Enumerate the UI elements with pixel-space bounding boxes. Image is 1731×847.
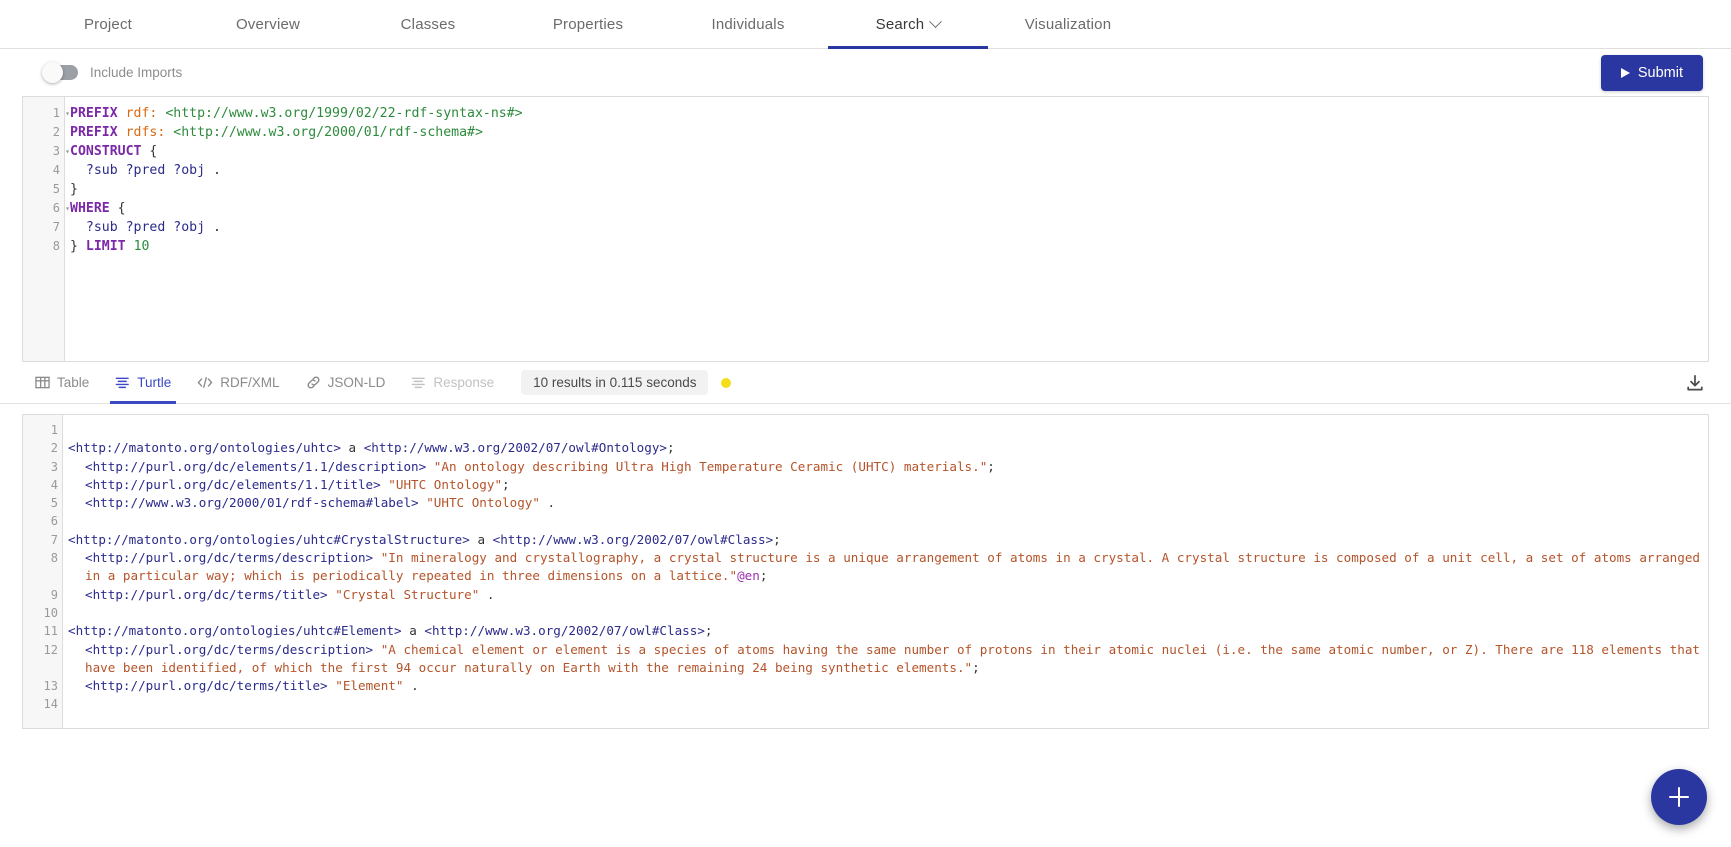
nav-tab-label: Search <box>875 15 925 33</box>
results-code-line <box>68 421 1708 439</box>
results-tab-label: JSON-LD <box>327 375 386 390</box>
results-code-line: <http://purl.org/dc/elements/1.1/descrip… <box>85 458 995 474</box>
nav-tab-search[interactable]: Search <box>828 0 988 49</box>
nav-tab-label: Visualization <box>1024 15 1112 33</box>
results-line-number: 10 <box>43 605 58 620</box>
results-line-number: 1 <box>50 423 58 437</box>
results-line-number: 11 <box>43 624 58 639</box>
play-icon <box>1620 67 1630 78</box>
editor-code-line: PREFIX rdfs: <http://www.w3.org/2000/01/… <box>70 125 483 140</box>
link-icon <box>306 375 321 390</box>
results-code-line: <http://purl.org/dc/terms/title> "Elemen… <box>85 678 419 694</box>
results-line-gutter: 1 2 3 4 5 6 7 8 9 10 11 12 13 14 <box>23 415 63 728</box>
results-tab-table[interactable]: Table <box>22 362 102 404</box>
plus-icon-vertical <box>1677 787 1681 807</box>
editor-line-number: 8 <box>52 239 60 253</box>
editor-code-line: } <box>70 182 78 197</box>
results-code-line: <http://purl.org/dc/terms/title> "Crysta… <box>85 586 495 602</box>
status-dot <box>721 377 732 388</box>
add-floating-action-button[interactable] <box>1651 769 1707 825</box>
nav-tab-classes[interactable]: Classes <box>348 0 508 48</box>
results-code-line: <http://matonto.org/ontologies/uhtc#Crys… <box>68 531 781 547</box>
download-icon[interactable] <box>1681 369 1709 397</box>
results-line-number: 12 <box>43 642 58 657</box>
fold-arrow-icon[interactable]: ▾ <box>62 104 70 123</box>
include-imports-toggle[interactable]: Include Imports <box>42 62 183 83</box>
editor-line-number: 6 ▾ <box>23 199 70 218</box>
toggle-knob <box>42 62 63 83</box>
code-icon <box>197 375 213 390</box>
results-code-area[interactable]: <http://matonto.org/ontologies/uhtc> a <… <box>63 415 1708 728</box>
nav-tab-label: Properties <box>552 15 624 33</box>
results-line-number: 8 <box>50 551 58 566</box>
results-line-number: 3 <box>50 459 58 474</box>
list-icon <box>115 375 130 390</box>
editor-line-number: 4 <box>52 163 60 177</box>
results-line-number: 13 <box>43 679 58 694</box>
results-code-line: <http://matonto.org/ontologies/uhtc> a <… <box>68 440 675 456</box>
results-tab-label: Turtle <box>137 375 172 390</box>
nav-tab-project[interactable]: Project <box>28 0 188 48</box>
nav-tab-label: Overview <box>235 15 301 33</box>
nav-tab-properties[interactable]: Properties <box>508 0 668 48</box>
table-icon <box>35 375 50 390</box>
editor-line-number: 5 <box>52 182 60 196</box>
list-icon <box>411 375 426 390</box>
nav-tab-label: Project <box>83 15 133 33</box>
nav-tab-visualization[interactable]: Visualization <box>988 0 1148 48</box>
editor-code-line: ?sub ?pred ?obj . <box>85 163 221 178</box>
results-status-text: 10 results in 0.115 seconds <box>521 370 709 395</box>
results-code-line: <http://matonto.org/ontologies/uhtc#Elem… <box>68 623 713 639</box>
submit-button[interactable]: Submit <box>1600 54 1703 91</box>
editor-line-gutter: 1 ▾ 2 3 ▾ 4 5 6 ▾ 7 8 <box>23 97 70 361</box>
results-code-line <box>68 512 1708 530</box>
editor-code-area[interactable]: PREFIX rdf: <http://www.w3.org/1999/02/2… <box>65 97 1708 361</box>
editor-code-line: CONSTRUCT { <box>70 144 158 159</box>
results-line-number: 9 <box>50 587 58 602</box>
results-line-number: 6 <box>50 514 58 529</box>
nav-tab-label: Classes <box>400 15 456 33</box>
editor-code-line: ?sub ?pred ?obj . <box>85 220 221 235</box>
nav-tab-label: Individuals <box>711 15 785 33</box>
include-imports-label: Include Imports <box>90 65 183 80</box>
results-code-line: <http://www.w3.org/2000/01/rdf-schema#la… <box>85 495 556 511</box>
results-tab-turtle[interactable]: Turtle <box>102 362 184 404</box>
chevron-down-icon <box>929 14 943 28</box>
editor-code-line: WHERE { <box>70 201 126 216</box>
query-action-bar: Include Imports Submit <box>0 49 1731 96</box>
nav-tab-individuals[interactable]: Individuals <box>668 0 828 48</box>
results-tab-rdf-xml[interactable]: RDF/XML <box>184 362 292 404</box>
main-navigation: Project Overview Classes Properties Individu… <box>0 0 1731 49</box>
results-line-number: 4 <box>50 477 58 492</box>
results-tab-label: RDF/XML <box>220 375 280 390</box>
nav-tab-overview[interactable]: Overview <box>188 0 348 48</box>
results-code-line: <http://purl.org/dc/terms/description> "… <box>85 550 1708 584</box>
editor-line-number: 7 <box>52 220 60 234</box>
editor-code-line: PREFIX rdf: <http://www.w3.org/1999/02/2… <box>70 106 523 121</box>
toggle-track[interactable] <box>42 62 78 83</box>
editor-line-number: 2 <box>52 125 60 139</box>
results-output-panel[interactable]: 1 2 3 4 5 6 7 8 9 10 11 12 13 14 <http://matonto.org/… <box>22 414 1709 729</box>
results-code-line: <http://purl.org/dc/elements/1.1/title> … <box>85 476 510 492</box>
editor-line-number: 3 ▾ <box>23 142 70 161</box>
results-code-line <box>68 695 1708 713</box>
results-code-line: <http://purl.org/dc/terms/description> "… <box>85 641 1708 675</box>
results-line-number: 5 <box>50 496 58 511</box>
results-tab-json-ld[interactable]: JSON-LD <box>293 362 399 404</box>
fold-arrow-icon[interactable]: ▾ <box>62 142 70 161</box>
sparql-query-editor[interactable]: 1 ▾ 2 3 ▾ 4 5 6 ▾ 7 8 PREFIX rdf: <http://www.w3.o… <box>22 96 1709 362</box>
editor-line-number: 1 ▾ <box>23 104 70 123</box>
results-tab-label: Table <box>57 375 90 390</box>
results-tab-label: Response <box>433 375 495 390</box>
results-line-number: 2 <box>50 441 58 456</box>
results-line-number: 7 <box>50 532 58 547</box>
results-tab-bar: Table Turtle RDF/XML JSON-LD Response 10 resu… <box>0 362 1731 404</box>
editor-code-line: } LIMIT 10 <box>70 239 150 254</box>
results-line-number: 14 <box>43 697 58 712</box>
results-code-line <box>68 604 1708 622</box>
submit-button-label: Submit <box>1637 64 1683 81</box>
results-tab-response: Response <box>398 362 507 404</box>
fold-arrow-icon[interactable]: ▾ <box>62 199 70 218</box>
